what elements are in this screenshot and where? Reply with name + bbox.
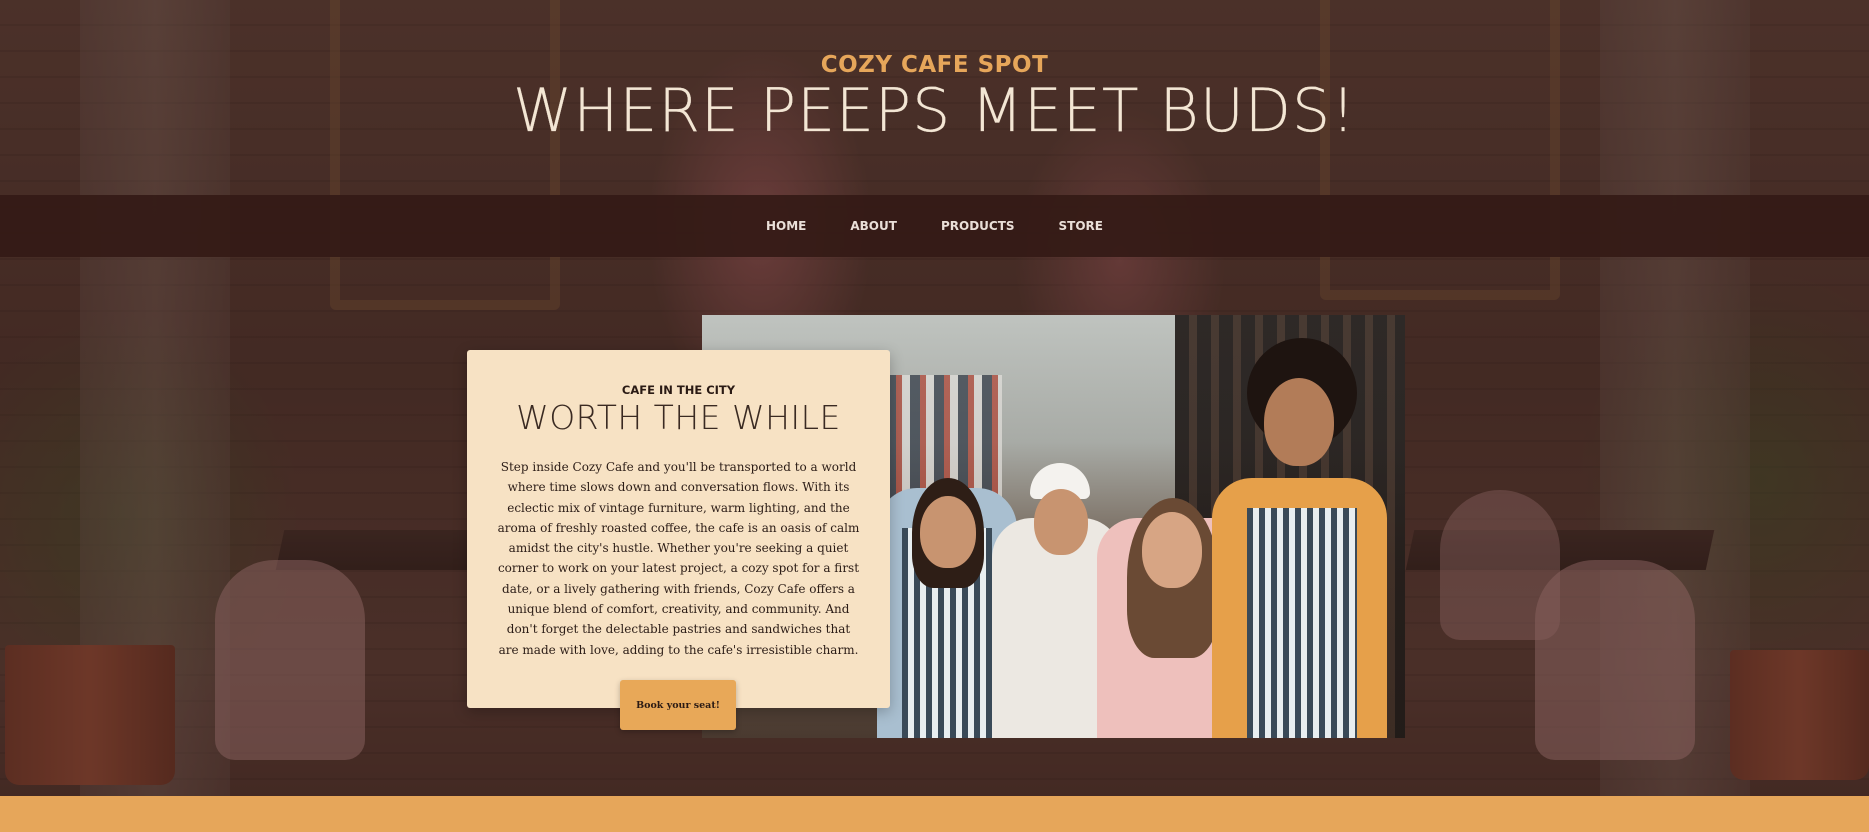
staff-face — [1264, 378, 1334, 466]
intro-card: CAFE IN THE CITY WORTH THE WHILE Step in… — [467, 350, 890, 708]
site-headline: WHERE PEEPS MEET BUDS! — [512, 76, 1357, 146]
book-seat-button[interactable]: Book your seat! — [620, 680, 736, 730]
intro-title: WORTH THE WHILE — [516, 398, 841, 437]
nav-item-about[interactable]: ABOUT — [850, 213, 897, 239]
intro-eyebrow: CAFE IN THE CITY — [621, 383, 736, 397]
footer-strip — [0, 796, 1869, 832]
intro-body: Step inside Cozy Cafe and you'll be tran… — [497, 460, 860, 657]
site-eyebrow: COZY CAFE SPOT — [820, 52, 1049, 78]
staff-person — [1202, 338, 1392, 738]
staff-face — [1034, 489, 1088, 555]
nav-item-home[interactable]: HOME — [766, 213, 806, 239]
main-nav: HOME ABOUT PRODUCTS STORE — [0, 195, 1869, 257]
staff-apron — [1247, 508, 1357, 738]
staff-face — [1142, 512, 1202, 588]
nav-item-store[interactable]: STORE — [1059, 213, 1103, 239]
site-header: COZY CAFE SPOT WHERE PEEPS MEET BUDS! — [0, 0, 1869, 195]
staff-face — [920, 496, 976, 568]
nav-item-products[interactable]: PRODUCTS — [941, 213, 1015, 239]
